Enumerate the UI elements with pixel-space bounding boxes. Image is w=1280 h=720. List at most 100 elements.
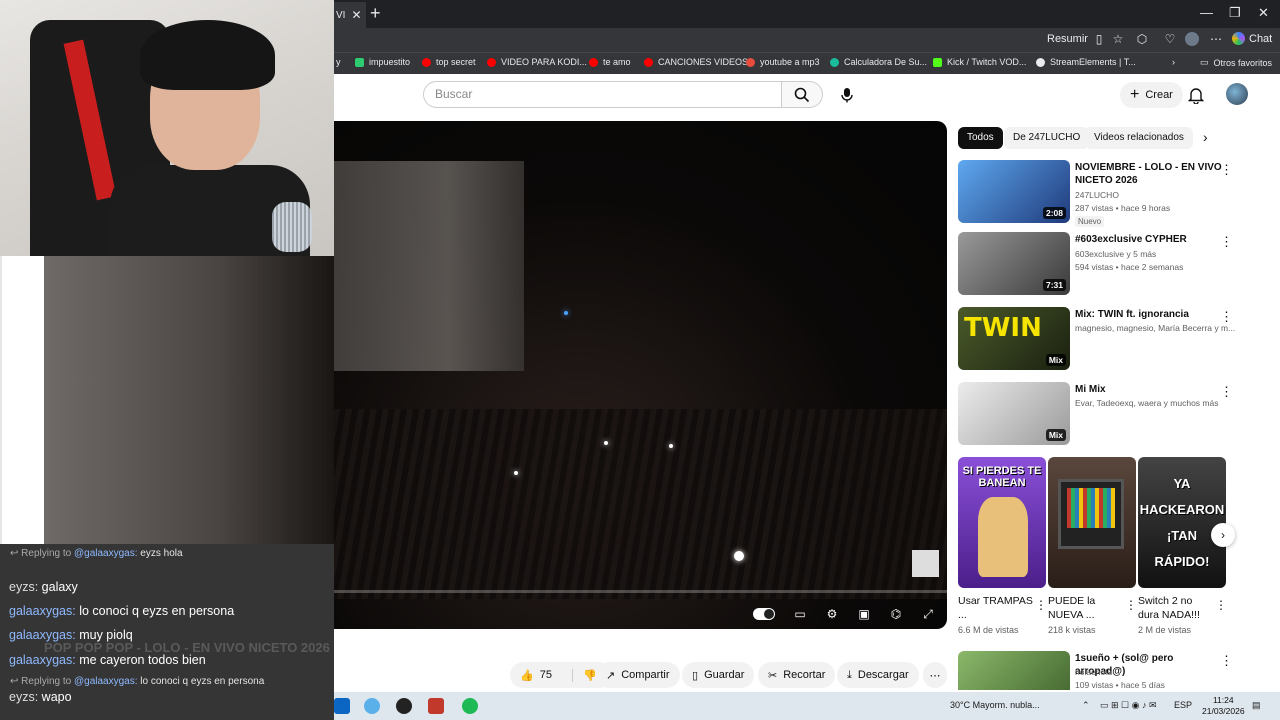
video-thumbnail[interactable]: 7:31 [958, 232, 1070, 295]
bookmark-item[interactable]: Kick / Twitch VOD... [933, 57, 1026, 67]
more-vertical-icon[interactable]: ⋮ [1215, 598, 1227, 612]
theater-mode-icon[interactable]: ▣ [857, 607, 871, 621]
browser-tab[interactable]: VI ✕ [334, 2, 366, 28]
autoplay-toggle[interactable] [753, 608, 775, 620]
weather-widget[interactable]: 30°C Mayorm. nubla... [950, 700, 1040, 710]
chip-todos[interactable]: Todos [958, 127, 1003, 149]
notifications-icon[interactable]: ▤ [1252, 700, 1261, 711]
bookmark-item[interactable]: VIDEO PARA KODI... [487, 57, 587, 67]
chip-related[interactable]: Videos relacionados [1085, 127, 1193, 149]
channel-name[interactable]: 603exclusive y 5 más [1075, 249, 1156, 259]
channel-name[interactable]: holaenola [1075, 667, 1112, 677]
bookmark-item[interactable]: y [336, 57, 341, 67]
thumbs-up-icon[interactable]: 👍 [520, 669, 534, 682]
voice-search-button[interactable] [834, 82, 860, 108]
obs-app-icon[interactable] [396, 698, 412, 714]
profile-icon[interactable] [1185, 32, 1199, 46]
language-indicator[interactable]: ESP [1174, 700, 1192, 710]
video-thumbnail[interactable]: TWIN Mix [958, 307, 1070, 370]
copilot-chat-button[interactable]: Chat [1232, 32, 1272, 45]
more-vertical-icon[interactable]: ⋮ [1125, 598, 1137, 612]
short-title[interactable]: PUEDE la NUEVA ... [1048, 594, 1123, 622]
video-title[interactable]: Mi Mix [1075, 383, 1225, 396]
more-vertical-icon[interactable]: ⋮ [1220, 234, 1233, 250]
bookmark-item[interactable]: te amo [589, 57, 631, 67]
video-progress-bar[interactable] [334, 590, 947, 593]
more-menu-icon[interactable]: ⋯ [1209, 32, 1223, 46]
reader-view-icon[interactable]: ▯ [1092, 32, 1106, 46]
settings-gear-icon[interactable]: ⚙ [825, 607, 839, 621]
minimize-icon[interactable]: — [1200, 5, 1213, 20]
video-thumbnail[interactable] [958, 651, 1070, 690]
video-player[interactable]: ▭ ⚙ ▣ ⌬ ⤢ [334, 121, 947, 629]
shorts-next-button[interactable]: › [1211, 523, 1235, 547]
other-bookmarks-folder[interactable]: ▭ Otros favoritos [1200, 57, 1272, 68]
clock[interactable]: 11:24 21/03/2026 [1202, 695, 1245, 717]
more-vertical-icon[interactable]: ⋮ [1220, 309, 1233, 325]
channel-name[interactable]: Evar, Tadeoexq, waera y muchos más [1075, 398, 1218, 408]
short-item[interactable]: SI PIERDES TE BANEAN Usar TRAMPAS ... 6.… [958, 457, 1047, 635]
search-input[interactable]: Buscar [423, 81, 781, 108]
recommendation-item[interactable]: 1sueño + (sol@ pero arropad@) holaenola … [958, 651, 1258, 690]
more-vertical-icon[interactable]: ⋮ [1035, 598, 1047, 612]
short-title[interactable]: Switch 2 no dura NADA!!! [1138, 594, 1213, 622]
more-actions-button[interactable]: ⋯ [923, 662, 947, 688]
browser-app-icon[interactable] [364, 698, 380, 714]
restore-icon[interactable]: ❐ [1229, 5, 1241, 21]
chevron-right-icon[interactable]: › [1172, 57, 1175, 67]
close-window-icon[interactable]: ✕ [1258, 5, 1269, 21]
save-button[interactable]: ▯ Guardar [682, 662, 755, 688]
channel-name[interactable]: magnesio, magnesio, María Becerra y m... [1075, 323, 1235, 333]
clip-button[interactable]: ✂ Recortar [758, 662, 836, 688]
recommendation-item[interactable]: Mix Mi Mix Evar, Tadeoexq, waera y mucho… [958, 382, 1258, 448]
short-thumbnail[interactable] [1048, 457, 1136, 588]
edge-app-icon[interactable] [334, 698, 350, 714]
short-title[interactable]: Usar TRAMPAS ... [958, 594, 1033, 622]
recommendation-item[interactable]: TWIN Mix Mix: TWIN ft. ignorancia magnes… [958, 307, 1258, 373]
video-thumbnail[interactable]: 2:08 [958, 160, 1070, 223]
search-button[interactable] [781, 81, 823, 108]
chevron-right-icon[interactable]: › [1203, 129, 1208, 145]
system-tray-icons[interactable]: ▭ ⊞ ☐ ◉ ♪ ✉ [1100, 700, 1157, 711]
short-item[interactable]: YA HACKEARON ¡TAN RÁPIDO! Switch 2 no du… [1138, 457, 1227, 635]
recommendation-item[interactable]: 2:08 NOVIEMBRE - LOLO - EN VIVO NICETO 2… [958, 160, 1258, 227]
more-vertical-icon[interactable]: ⋮ [1220, 384, 1233, 400]
subtitles-icon[interactable]: ▭ [793, 607, 807, 621]
bookmark-item[interactable]: CANCIONES VIDEOS [644, 57, 748, 67]
cast-icon[interactable]: ⌬ [889, 607, 903, 621]
bookmark-item[interactable]: Calculadora De Su... [830, 57, 927, 67]
share-button[interactable]: ↗ Compartir [596, 662, 680, 688]
short-thumbnail[interactable]: SI PIERDES TE BANEAN [958, 457, 1046, 588]
spotify-app-icon[interactable] [462, 698, 478, 714]
end-screen-thumbnail[interactable] [912, 550, 939, 577]
channel-name[interactable]: 247LUCHO [1075, 190, 1119, 200]
new-tab-icon[interactable]: + [370, 4, 381, 22]
chip-channel[interactable]: De 247LUCHO [1004, 127, 1090, 149]
notifications-bell-icon[interactable] [1188, 86, 1204, 104]
recommendation-item[interactable]: 7:31 #603exclusive CYPHER 603exclusive y… [958, 232, 1258, 298]
more-vertical-icon[interactable]: ⋮ [1220, 653, 1233, 669]
create-button[interactable]: + Crear [1120, 82, 1183, 108]
browser-essentials-icon[interactable]: ♡ [1163, 32, 1177, 46]
short-item[interactable]: PUEDE la NUEVA ... 218 k vistas ⋮ [1048, 457, 1137, 635]
video-thumbnail[interactable]: Mix [958, 382, 1070, 445]
extensions-icon[interactable]: ⬡ [1135, 32, 1149, 46]
bookmark-item[interactable]: StreamElements | T... [1036, 57, 1136, 67]
favorite-star-icon[interactable]: ☆ [1111, 32, 1125, 46]
more-vertical-icon[interactable]: ⋮ [1220, 162, 1233, 178]
close-tab-icon[interactable]: ✕ [351, 8, 361, 22]
summarize-button[interactable]: Resumir [1047, 33, 1088, 45]
video-title[interactable]: Mix: TWIN ft. ignorancia [1075, 308, 1225, 321]
bookmark-item[interactable]: impuestito [355, 57, 410, 67]
like-count[interactable]: 75 [540, 669, 552, 681]
chevron-up-icon[interactable]: ⌃ [1082, 700, 1090, 711]
thumbs-down-icon[interactable]: 👎 [571, 668, 597, 682]
video-title[interactable]: #603exclusive CYPHER [1075, 233, 1225, 246]
short-thumbnail[interactable]: YA HACKEARON ¡TAN RÁPIDO! [1138, 457, 1226, 588]
bookmark-item[interactable]: youtube a mp3 [746, 57, 820, 67]
account-avatar[interactable] [1226, 83, 1248, 105]
fullscreen-icon[interactable]: ⤢ [921, 607, 935, 621]
bookmark-item[interactable]: top secret [422, 57, 476, 67]
app-icon[interactable] [428, 698, 444, 714]
video-title[interactable]: NOVIEMBRE - LOLO - EN VIVO NICETO 2026 [1075, 161, 1225, 187]
